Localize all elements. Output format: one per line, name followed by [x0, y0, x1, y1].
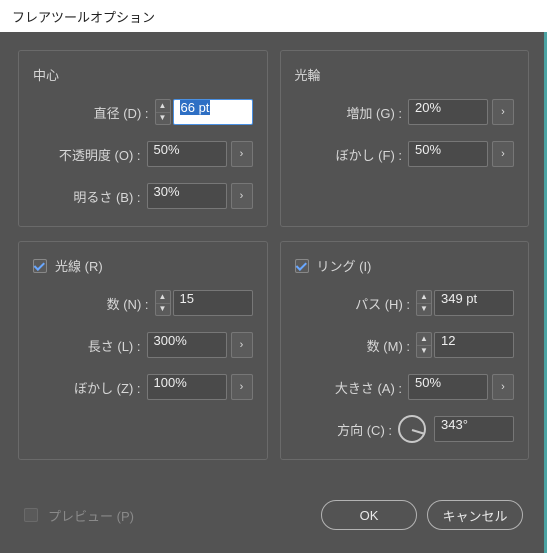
rings-direction-label: 方向 (C) : — [337, 420, 392, 439]
rays-length-more-button[interactable]: › — [231, 332, 253, 358]
panel-halo-title: 光輪 — [295, 65, 515, 84]
diameter-label: 直径 (D) : — [94, 103, 149, 122]
diameter-input[interactable]: 66 pt — [173, 99, 253, 125]
rays-length-label: 長さ (L) : — [88, 336, 141, 355]
chevron-up-icon[interactable]: ▲ — [417, 333, 431, 346]
panel-center: 中心 直径 (D) : ▲ ▼ 66 pt 不透明度 (O) : 50% › 明… — [18, 50, 268, 227]
preview-label: プレビュー (P) — [48, 506, 134, 525]
footer: プレビュー (P) OK キャンセル — [18, 474, 529, 536]
chevron-up-icon[interactable]: ▲ — [156, 100, 170, 113]
chevron-down-icon[interactable]: ▼ — [156, 113, 170, 125]
panel-rays-title: 光線 (R) — [55, 256, 103, 275]
preview-checkbox[interactable] — [24, 508, 38, 522]
panel-center-title: 中心 — [33, 65, 253, 84]
chevron-up-icon[interactable]: ▲ — [156, 291, 170, 304]
rings-direction-input[interactable]: 343° — [434, 416, 514, 442]
rings-size-more-button[interactable]: › — [492, 374, 514, 400]
chevron-down-icon[interactable]: ▼ — [417, 346, 431, 358]
panel-rays: 光線 (R) 数 (N) : ▲ ▼ 15 長さ (L) : 300% › ぼか… — [18, 241, 268, 460]
chevron-down-icon[interactable]: ▼ — [417, 304, 431, 316]
cancel-button[interactable]: キャンセル — [427, 500, 523, 530]
window-title: フレアツールオプション — [12, 7, 155, 26]
rings-count-input[interactable]: 12 — [434, 332, 514, 358]
rays-length-input[interactable]: 300% — [147, 332, 227, 358]
panel-halo: 光輪 増加 (G) : 20% › ぼかし (F) : 50% › — [280, 50, 530, 227]
opacity-more-button[interactable]: › — [231, 141, 253, 167]
panel-rings-title: リング (I) — [317, 256, 372, 275]
rays-count-label: 数 (N) : — [107, 294, 149, 313]
direction-dial-hand — [412, 429, 424, 434]
brightness-more-button[interactable]: › — [231, 183, 253, 209]
rays-checkbox[interactable] — [33, 259, 47, 273]
halo-fuzziness-input[interactable]: 50% — [408, 141, 488, 167]
rings-size-input[interactable]: 50% — [408, 374, 488, 400]
brightness-label: 明るさ (B) : — [73, 187, 140, 206]
growth-label: 増加 (G) : — [346, 103, 402, 122]
halo-fuzziness-more-button[interactable]: › — [492, 141, 514, 167]
rings-path-label: パス (H) : — [355, 294, 410, 313]
rays-fuzziness-more-button[interactable]: › — [231, 374, 253, 400]
panel-rings: リング (I) パス (H) : ▲ ▼ 349 pt 数 (M) : ▲ ▼ … — [280, 241, 530, 460]
direction-dial[interactable] — [398, 415, 426, 443]
rings-size-label: 大きさ (A) : — [335, 378, 402, 397]
rings-path-stepper[interactable]: ▲ ▼ — [416, 290, 432, 316]
brightness-input[interactable]: 30% — [147, 183, 227, 209]
chevron-up-icon[interactable]: ▲ — [417, 291, 431, 304]
halo-fuzziness-label: ぼかし (F) : — [336, 145, 402, 164]
preview-area: プレビュー (P) — [24, 506, 134, 525]
chevron-down-icon[interactable]: ▼ — [156, 304, 170, 316]
rays-count-input[interactable]: 15 — [173, 290, 253, 316]
opacity-label: 不透明度 (O) : — [59, 145, 141, 164]
dialog-body: 中心 直径 (D) : ▲ ▼ 66 pt 不透明度 (O) : 50% › 明… — [0, 32, 547, 548]
opacity-input[interactable]: 50% — [147, 141, 227, 167]
rings-checkbox[interactable] — [295, 259, 309, 273]
rays-fuzziness-label: ぼかし (Z) : — [74, 378, 140, 397]
rings-path-input[interactable]: 349 pt — [434, 290, 514, 316]
ok-button[interactable]: OK — [321, 500, 417, 530]
rays-fuzziness-input[interactable]: 100% — [147, 374, 227, 400]
growth-input[interactable]: 20% — [408, 99, 488, 125]
rays-count-stepper[interactable]: ▲ ▼ — [155, 290, 171, 316]
rings-count-stepper[interactable]: ▲ ▼ — [416, 332, 432, 358]
titlebar: フレアツールオプション — [0, 0, 547, 32]
growth-more-button[interactable]: › — [492, 99, 514, 125]
diameter-stepper[interactable]: ▲ ▼ — [155, 99, 171, 125]
rings-count-label: 数 (M) : — [367, 336, 410, 355]
